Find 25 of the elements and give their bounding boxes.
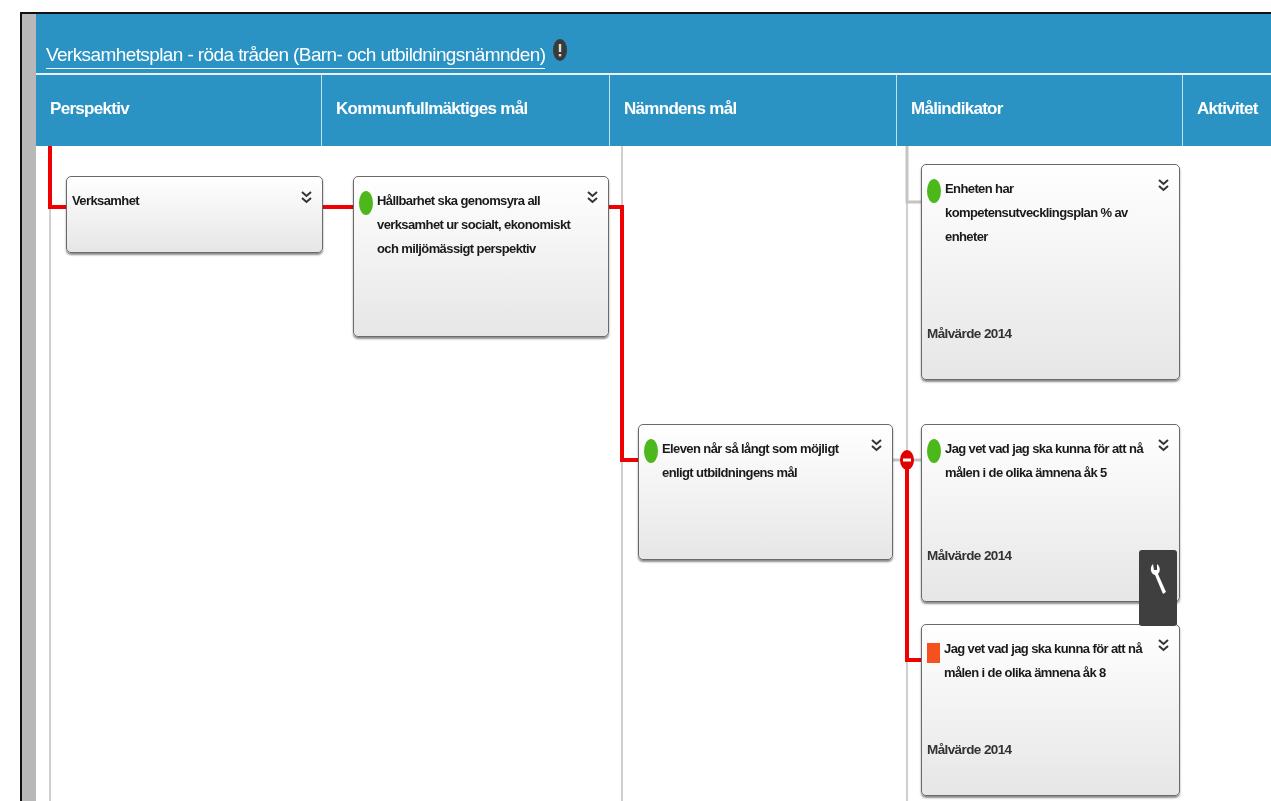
double-chevron-icon[interactable] xyxy=(1158,639,1169,652)
goal-text: Eleven når så långt som möjligt enligt utbildningens mål xyxy=(662,440,840,482)
collapse-toggle[interactable] xyxy=(900,450,914,470)
goal-card[interactable]: Enheten har kompetensutvecklingsplan % av enheter Målvärde 2014 xyxy=(921,164,1180,380)
double-chevron-icon[interactable] xyxy=(1158,179,1169,192)
goal-text: Jag vet vad jag ska kunna för att nå målen i de olika ämnena åk 5 xyxy=(945,440,1145,482)
double-chevron-icon[interactable] xyxy=(587,191,598,204)
goal-text: Enheten har kompetensutvecklingsplan % av enheter xyxy=(945,180,1129,246)
goal-text: Verksamhet xyxy=(72,192,141,210)
goal-card[interactable]: Jag vet vad jag ska kunna för att nå målen i de olika ämnena åk 8 Målvärde 2014 xyxy=(921,624,1180,796)
goal-text: Hållbarhet ska genomsyra all verksamhet ur socialt, ekonomiskt och miljömässigt perspektiv xyxy=(377,192,572,258)
double-chevron-icon[interactable] xyxy=(301,191,312,204)
target-value: Målvärde 2014 xyxy=(927,742,1012,757)
target-value: Målvärde 2014 xyxy=(927,326,1012,341)
goal-card[interactable]: Verksamhet xyxy=(66,176,323,253)
double-chevron-icon[interactable] xyxy=(1158,439,1169,452)
goal-card[interactable]: Jag vet vad jag ska kunna för att nå målen i de olika ämnena åk 5 Målvärde 2014 xyxy=(921,424,1180,602)
wrench-button[interactable] xyxy=(1139,550,1177,626)
goal-text: Jag vet vad jag ska kunna för att nå målen i de olika ämnena åk 8 xyxy=(944,640,1144,682)
goal-card[interactable]: Eleven når så långt som möjligt enligt utbildningens mål xyxy=(638,424,893,560)
double-chevron-icon[interactable] xyxy=(871,439,882,452)
goal-card[interactable]: Hållbarhet ska genomsyra all verksamhet ur socialt, ekonomiskt och miljömässigt perspektiv xyxy=(353,176,609,337)
target-value: Målvärde 2014 xyxy=(927,548,1012,563)
column-header: Aktivitet xyxy=(1196,98,1260,120)
exclamation-icon[interactable] xyxy=(553,39,568,61)
